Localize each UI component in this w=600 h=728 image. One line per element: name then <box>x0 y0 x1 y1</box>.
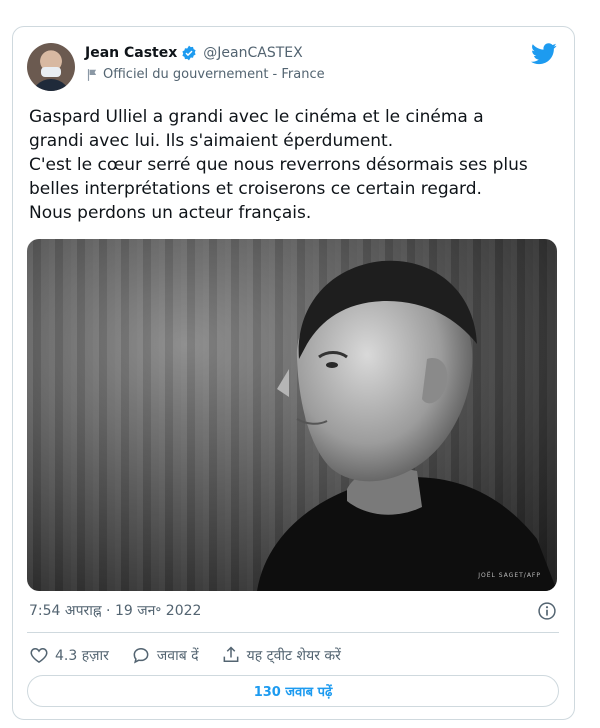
author-handle[interactable]: @JeanCASTEX <box>203 45 302 61</box>
reply-button[interactable]: जवाब दें <box>131 645 199 665</box>
heart-icon <box>30 647 48 663</box>
tweet-photo[interactable]: JOËL SAGET/AFP <box>27 239 557 591</box>
divider <box>27 632 559 633</box>
tweet-text: Gaspard Ulliel a grandi avec le cinéma e… <box>29 105 559 225</box>
reply-bubble-icon <box>133 647 149 664</box>
share-button[interactable]: यह ट्वीट शेयर करें <box>221 645 341 665</box>
share-label: यह ट्वीट शेयर करें <box>246 647 341 664</box>
flag-icon <box>87 68 97 81</box>
tweet-line: belles interprétations et croiserons ce … <box>29 179 482 199</box>
tweet-line: C'est le cœur serré que nous reverrons d… <box>29 155 528 175</box>
tweet-line: Gaspard Ulliel a grandi avec le cinéma e… <box>29 107 484 127</box>
tweet-line: Nous perdons un acteur français. <box>29 203 312 223</box>
tweet-timestamp[interactable]: 7:54 अपराह्न · 19 जन॰ 2022 <box>29 601 201 620</box>
twitter-bird-icon[interactable] <box>531 43 557 65</box>
avatar[interactable] <box>27 43 75 91</box>
author-name[interactable]: Jean Castex <box>85 45 177 61</box>
government-label: Officiel du gouvernement - France <box>103 67 325 82</box>
photo-credit: JOËL SAGET/AFP <box>478 572 541 579</box>
tweet-card: Jean Castex @JeanCASTEX Officiel du gouv… <box>12 26 575 720</box>
reply-label: जवाब दें <box>156 647 199 664</box>
info-icon[interactable] <box>537 601 557 621</box>
like-count: 4.3 हज़ार <box>55 647 109 664</box>
author-row: Jean Castex @JeanCASTEX <box>85 45 303 61</box>
tweet-actions: 4.3 हज़ार जवाब दें यह ट्वीट शेयर करें <box>29 645 363 665</box>
like-button[interactable]: 4.3 हज़ार <box>29 645 109 665</box>
verified-badge-icon <box>182 45 196 61</box>
read-replies-button[interactable]: 130 जवाब पढ़ें <box>27 675 559 707</box>
tweet-line: grandi avec lui. Ils s'aimaient éperdume… <box>29 131 394 151</box>
government-label-row: Officiel du gouvernement - France <box>85 67 325 82</box>
portrait-illustration <box>257 260 557 591</box>
share-icon <box>223 646 238 662</box>
